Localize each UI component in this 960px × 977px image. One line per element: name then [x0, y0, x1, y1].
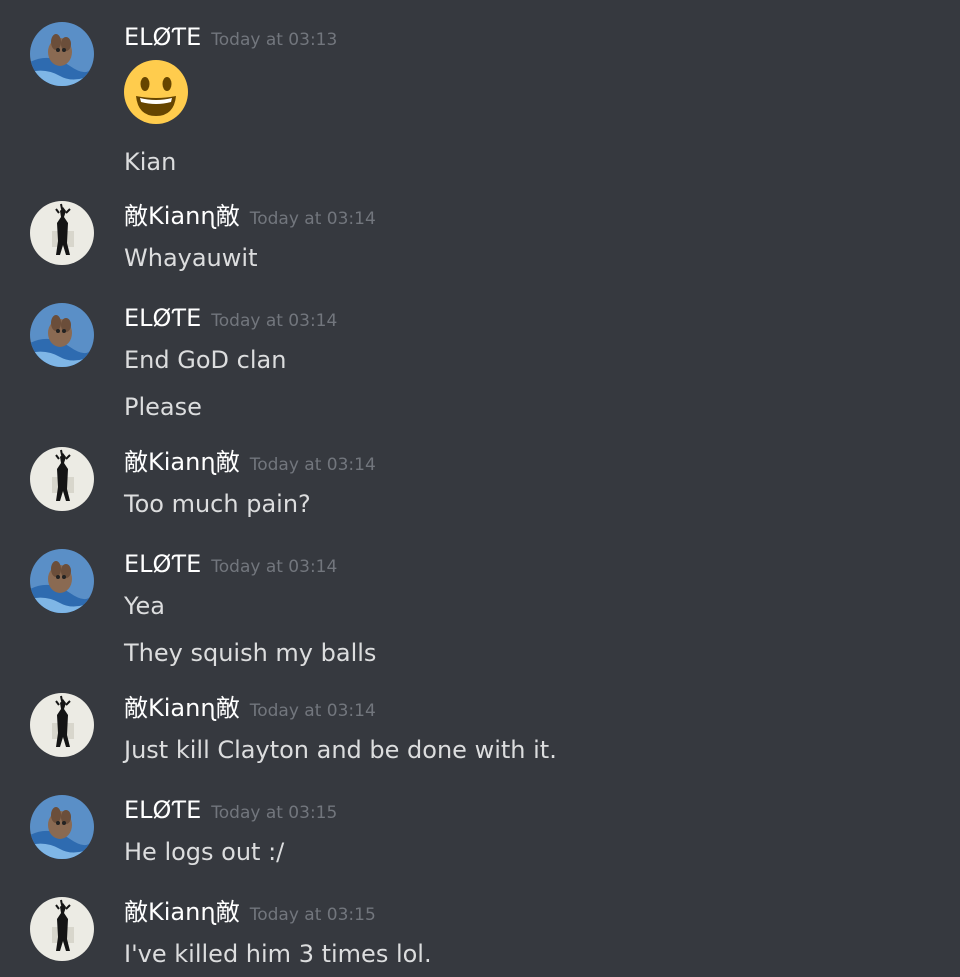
figure-avatar-icon [30, 201, 94, 265]
message-header: ELØƬE Today at 03:13 [124, 22, 337, 52]
avatar[interactable] [30, 795, 94, 859]
message-text: Too much pain? [124, 490, 311, 518]
figure-avatar-icon [30, 447, 94, 511]
message-text: Yea [124, 592, 165, 620]
avatar[interactable] [30, 22, 94, 86]
message-text: I've killed him 3 times lol. [124, 940, 432, 968]
avatar[interactable] [30, 897, 94, 961]
chat-message-list: ELØƬE Today at 03:13 Kian 敵Kianɳ敵 Today at [0, 0, 960, 977]
message-text: Whayauwit [124, 244, 258, 272]
message-header: ELØƬE Today at 03:15 [124, 795, 337, 825]
message-text: Kian [124, 148, 177, 176]
smiley-emoji-icon [124, 60, 188, 124]
message-header: 敵Kianɳ敵 Today at 03:15 [124, 897, 376, 927]
message-text: End GoD clan [124, 346, 287, 374]
avatar[interactable] [30, 549, 94, 613]
dog-avatar-icon [30, 549, 94, 613]
message-text: Just kill Clayton and be done with it. [124, 736, 557, 764]
username[interactable]: 敵Kianɳ敵 [124, 898, 240, 926]
message-header: 敵Kianɳ敵 Today at 03:14 [124, 693, 376, 723]
message-text: They squish my balls [124, 639, 377, 667]
timestamp: Today at 03:15 [211, 803, 338, 823]
avatar[interactable] [30, 201, 94, 265]
username[interactable]: 敵Kianɳ敵 [124, 694, 240, 722]
dog-avatar-icon [30, 303, 94, 367]
timestamp: Today at 03:14 [211, 557, 338, 577]
message-header: ELØƬE Today at 03:14 [124, 303, 337, 333]
username[interactable]: ELØƬE [124, 550, 201, 578]
timestamp: Today at 03:14 [249, 455, 376, 475]
username[interactable]: 敵Kianɳ敵 [124, 202, 240, 230]
username[interactable]: ELØƬE [124, 796, 201, 824]
username[interactable]: 敵Kianɳ敵 [124, 448, 240, 476]
message-header: 敵Kianɳ敵 Today at 03:14 [124, 447, 376, 477]
message-text: He logs out :/ [124, 838, 285, 866]
timestamp: Today at 03:14 [249, 209, 376, 229]
avatar[interactable] [30, 447, 94, 511]
message-text: Please [124, 393, 202, 421]
timestamp: Today at 03:15 [249, 905, 376, 925]
dog-avatar-icon [30, 795, 94, 859]
username[interactable]: ELØƬE [124, 23, 201, 51]
figure-avatar-icon [30, 693, 94, 757]
dog-avatar-icon [30, 22, 94, 86]
timestamp: Today at 03:13 [211, 30, 338, 50]
timestamp: Today at 03:14 [211, 311, 338, 331]
username[interactable]: ELØƬE [124, 304, 201, 332]
message-header: 敵Kianɳ敵 Today at 03:14 [124, 201, 376, 231]
figure-avatar-icon [30, 897, 94, 961]
avatar[interactable] [30, 303, 94, 367]
timestamp: Today at 03:14 [249, 701, 376, 721]
avatar[interactable] [30, 693, 94, 757]
message-header: ELØƬE Today at 03:14 [124, 549, 337, 579]
